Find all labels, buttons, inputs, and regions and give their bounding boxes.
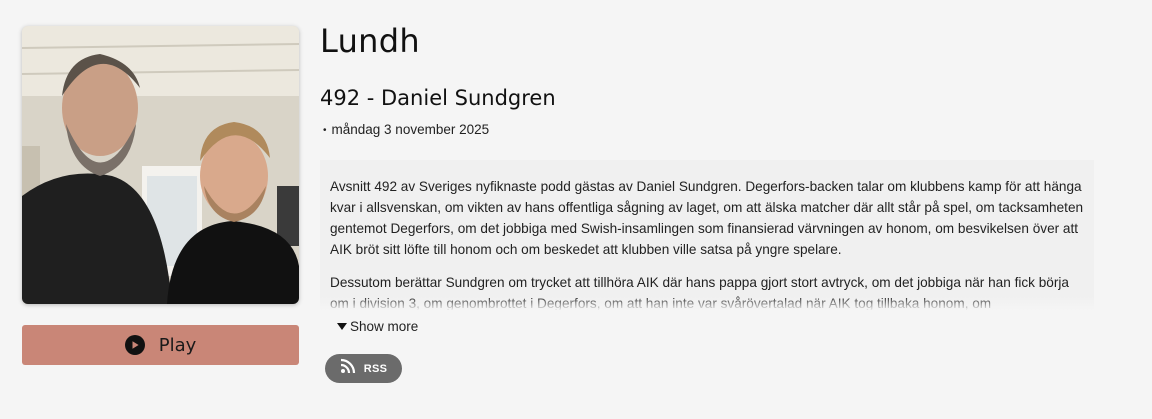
rss-feed-icon xyxy=(340,358,356,379)
episode-cover-image xyxy=(22,26,299,304)
rss-button[interactable]: RSS xyxy=(325,354,402,383)
play-button-label: Play xyxy=(158,334,197,356)
description-paragraph: Avsnitt 492 av Sveriges nyfiknaste podd … xyxy=(330,179,1084,257)
caret-down-icon xyxy=(337,323,347,330)
podcast-title: Lundh xyxy=(320,22,420,60)
description-fade xyxy=(320,296,1094,310)
rss-button-label: RSS xyxy=(363,362,388,375)
show-more-button[interactable]: Show more xyxy=(337,319,418,334)
play-button[interactable]: Play xyxy=(22,325,299,365)
play-circle-icon xyxy=(124,335,145,355)
episode-date: • måndag 3 november 2025 xyxy=(323,122,489,137)
episode-date-text: måndag 3 november 2025 xyxy=(331,122,490,137)
episode-title: 492 - Daniel Sundgren xyxy=(320,86,556,110)
show-more-label: Show more xyxy=(350,319,419,334)
bullet-icon: • xyxy=(323,125,327,136)
episode-description: Avsnitt 492 av Sveriges nyfiknaste podd … xyxy=(320,160,1094,310)
